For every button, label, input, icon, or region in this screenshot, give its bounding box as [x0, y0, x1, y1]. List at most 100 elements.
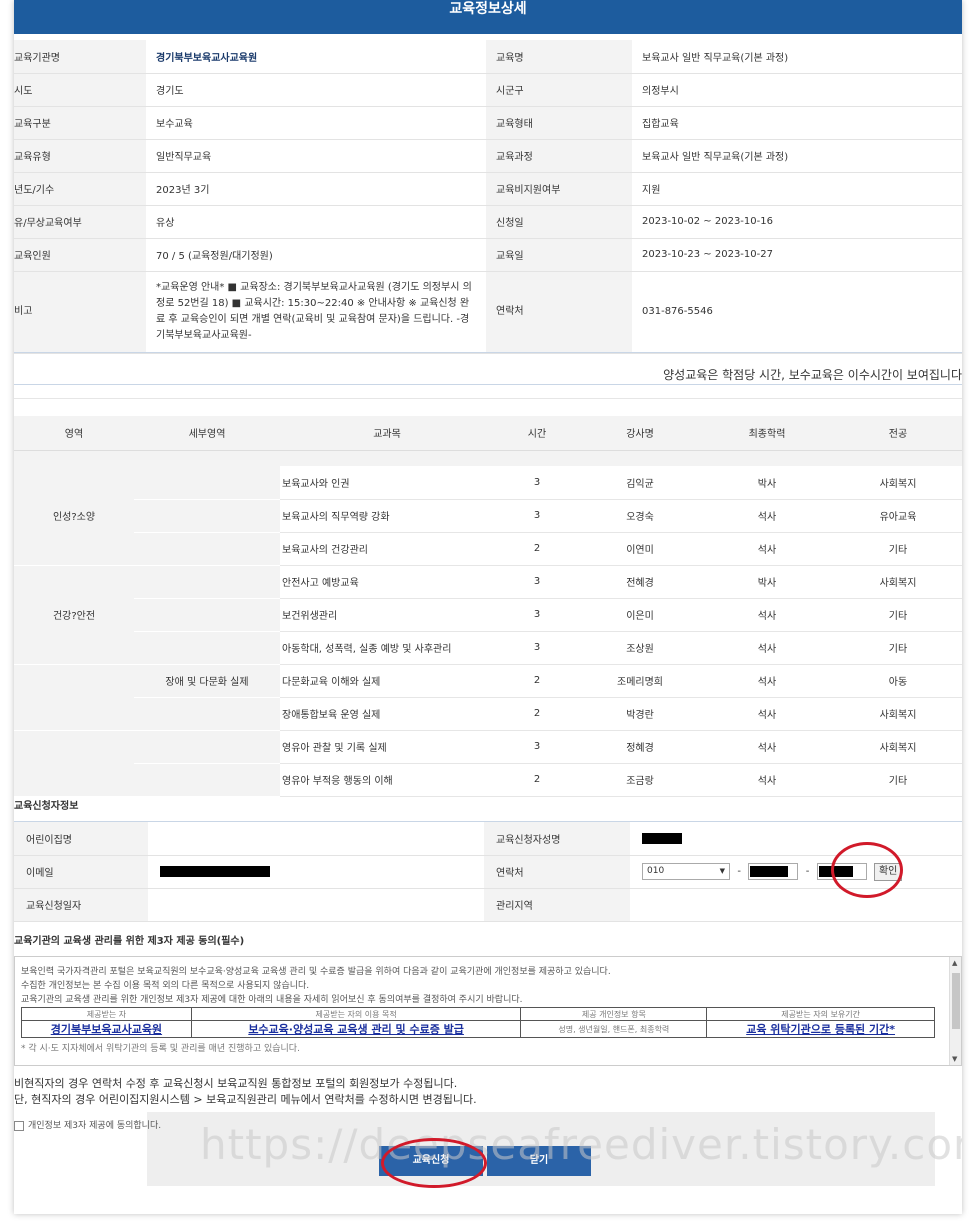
highlight-circle	[381, 1138, 487, 1188]
scroll-up-icon[interactable]: ▲	[952, 959, 957, 967]
degree-cell: 석사	[700, 730, 834, 764]
agree-checkbox[interactable]	[14, 1120, 24, 1131]
consent-header: 제공받는 자의 보유기간	[706, 1007, 935, 1021]
curriculum-header: 강사명	[580, 416, 700, 451]
scroll-thumb[interactable]	[952, 973, 960, 1029]
info-label: 교육명	[486, 40, 632, 74]
info-value: 유상	[146, 205, 486, 239]
consent-header: 제공받는 자	[21, 1007, 192, 1021]
teacher-cell: 이연미	[580, 532, 700, 566]
hours-cell: 3	[494, 631, 580, 665]
consent-agree[interactable]: 개인정보 제3자 제공에 동의합니다.	[14, 1118, 161, 1131]
contact-notes: 비현직자의 경우 연락처 수정 후 교육신청시 보육교직원 통합정보 포털의 회…	[14, 1076, 477, 1108]
applicant-name-label: 교육신청자성명	[484, 822, 630, 856]
major-cell: 유아교육	[834, 499, 962, 533]
major-cell: 사회복지	[834, 730, 962, 764]
info-row: 교육인원 70 / 5 (교육정원/대기정원) 교육일 2023-10-23 ~ 20…	[14, 238, 962, 272]
consent-header: 제공 개인정보 항목	[520, 1007, 708, 1021]
degree-cell: 석사	[700, 598, 834, 632]
divider	[14, 398, 962, 399]
teacher-cell: 오경숙	[580, 499, 700, 533]
table-row: 장애 및 다문화 실제 다문화교육 이해와 실제 2 조메리명희 석사 아동	[14, 664, 962, 731]
sub-area-cell	[134, 499, 280, 533]
sub-area-cell	[134, 763, 280, 797]
subject-cell: 보건위생관리	[280, 598, 494, 632]
info-value: 지원	[632, 172, 962, 206]
phone-middle-input[interactable]	[748, 863, 799, 880]
info-label: 년도/기수	[14, 172, 146, 206]
consent-recipient: 경기북부보육교사교육원	[21, 1020, 192, 1038]
info-value: 031-876-5546	[632, 271, 962, 354]
hours-cell: 2	[494, 697, 580, 731]
info-value: 70 / 5 (교육정원/대기정원)	[146, 238, 486, 272]
major-cell: 기타	[834, 532, 962, 566]
consent-scrollbar[interactable]: ▲ ▼	[949, 957, 961, 1065]
major-cell: 사회복지	[834, 466, 962, 500]
area-cell	[14, 730, 134, 797]
highlight-circle	[831, 842, 903, 898]
phone-prefix-select[interactable]: 010 ▼	[642, 863, 730, 880]
sub-area-cell	[134, 466, 280, 500]
curriculum-header: 전공	[834, 416, 962, 451]
info-label: 시군구	[486, 73, 632, 107]
consent-line: 교육기관의 교육생 관리를 위한 개인정보 제3자 제공에 대한 아래의 내용을…	[21, 995, 523, 1005]
info-value: 2023년 3기	[146, 172, 486, 206]
major-cell: 아동	[834, 664, 962, 698]
subject-cell: 장애통합보육 운영 실제	[280, 697, 494, 731]
subject-cell: 영유아 부적응 행동의 이해	[280, 763, 494, 797]
spacer-row	[14, 450, 962, 466]
subject-cell: 영유아 관찰 및 기록 실제	[280, 730, 494, 764]
info-label: 교육구분	[14, 106, 146, 140]
teacher-cell: 조메리명희	[580, 664, 700, 698]
hours-cell: 3	[494, 598, 580, 632]
info-value: 보육교사 일반 직무교육(기본 과정)	[632, 40, 962, 74]
subject-cell: 안전사고 예방교육	[280, 565, 494, 599]
subject-cell: 다문화교육 이해와 실제	[280, 664, 494, 698]
hours-cell: 2	[494, 532, 580, 566]
info-row: 교육기관명 경기북부보육교사교육원 교육명 보육교사 일반 직무교육(기본 과정)	[14, 40, 962, 74]
curriculum-header: 시간	[494, 416, 580, 451]
consent-period: 교육 위탁기관으로 등록된 기간*	[706, 1020, 935, 1038]
info-value: 경기도	[146, 73, 486, 107]
subject-cell: 보육교사와 인권	[280, 466, 494, 500]
table-row: 아동학대, 성폭력, 실종 예방 및 사후관리 3 조상원 석사 기타	[14, 631, 962, 665]
info-value: 경기북부보육교사교육원	[146, 40, 486, 74]
agree-label: 개인정보 제3자 제공에 동의합니다.	[28, 1121, 162, 1131]
info-value: 보수교육	[146, 106, 486, 140]
scroll-down-icon[interactable]: ▼	[952, 1055, 957, 1063]
table-row: 장애통합보육 운영 실제 2 박경란 석사 사회복지	[14, 697, 962, 731]
degree-cell: 석사	[700, 532, 834, 566]
divider	[14, 352, 962, 353]
info-label: 교육과정	[486, 139, 632, 173]
applicant-section-title: 교육신청자정보	[14, 801, 79, 812]
degree-cell: 박사	[700, 466, 834, 500]
redacted-block	[750, 866, 789, 877]
curriculum-table: 영역 세부영역 교과목 시간 강사명 최종학력 전공 인성?소양 보육교사와 인권 3 김익균 박사…	[14, 416, 962, 797]
email-label: 이메일	[14, 855, 148, 889]
consent-box[interactable]: 보육인력 국가자격관리 포털은 보육교직원의 보수교육·양성교육 교육생 관리 …	[14, 956, 962, 1066]
email-field[interactable]	[148, 855, 484, 889]
consent-items: 성명, 생년월일, 핸드폰, 최종학력	[520, 1020, 708, 1038]
info-row: 시도 경기도 시군구 의정부시	[14, 73, 962, 107]
daycare-label: 어린이집명	[14, 822, 148, 856]
degree-cell: 석사	[700, 763, 834, 797]
info-row: 교육유형 일반직무교육 교육과정 보육교사 일반 직무교육(기본 과정)	[14, 139, 962, 173]
info-value: 2023-10-23 ~ 2023-10-27	[632, 238, 962, 272]
curriculum-header: 교과목	[280, 416, 494, 451]
sub-area-cell	[134, 565, 280, 599]
curriculum-header: 영역	[14, 416, 134, 451]
apply-date-value	[148, 888, 484, 922]
education-detail-window: 교육정보상세 교육기관명 경기북부보육교사교육원 교육명 보육교사 일반 직무교육(기…	[14, 0, 962, 1214]
sub-area-cell	[134, 730, 280, 764]
hours-cell: 2	[494, 664, 580, 698]
redacted-block	[160, 865, 270, 877]
applicant-table: 어린이집명 교육신청자성명 이메일 연락처 010 ▼ - - 확인 교육신청일자…	[14, 822, 962, 922]
degree-cell: 석사	[700, 697, 834, 731]
phone-field-group: 010 ▼ - - 확인	[630, 855, 962, 889]
info-value: 집합교육	[632, 106, 962, 140]
subject-cell: 아동학대, 성폭력, 실종 예방 및 사후관리	[280, 631, 494, 665]
sub-area-cell	[134, 697, 280, 731]
phone-label: 연락처	[484, 855, 630, 889]
hours-cell: 3	[494, 565, 580, 599]
redacted-block	[642, 832, 682, 844]
